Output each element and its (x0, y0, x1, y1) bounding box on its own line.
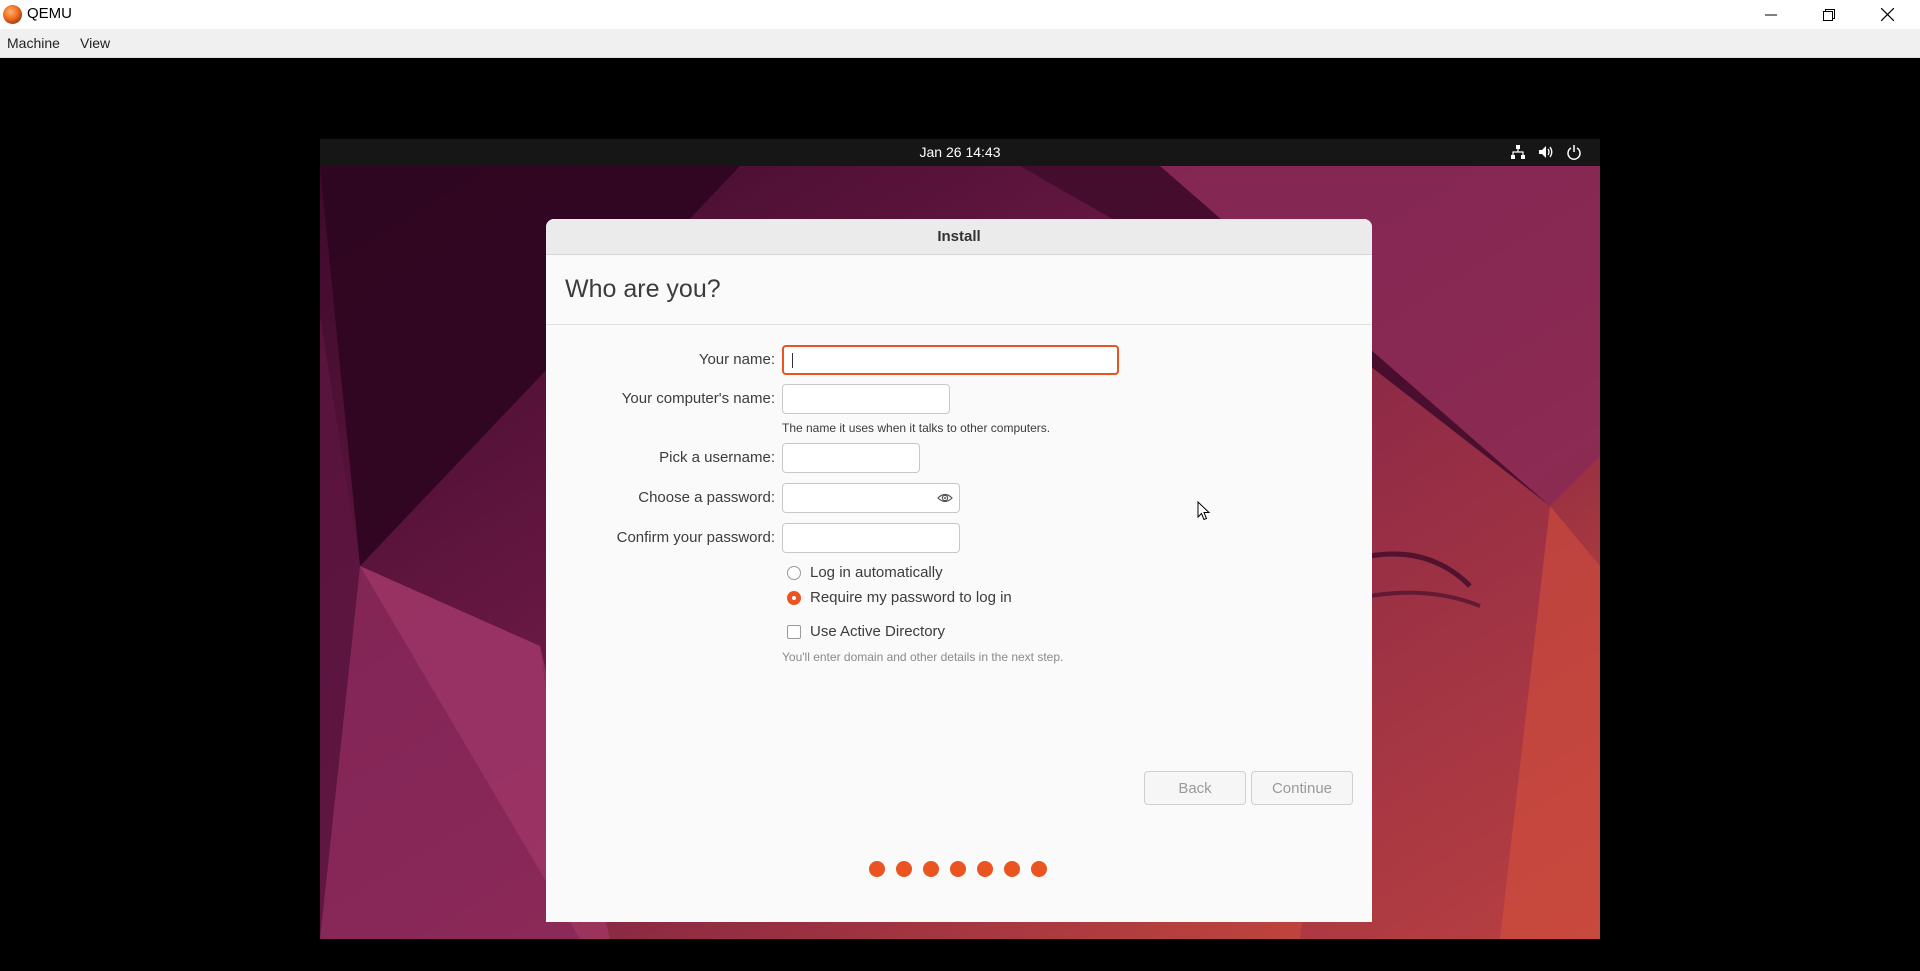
menubar: Machine View (0, 29, 1920, 58)
close-button[interactable] (1858, 0, 1916, 29)
menu-view[interactable]: View (80, 35, 110, 51)
window-titlebar: QEMU (0, 0, 1920, 29)
eye-icon[interactable] (937, 491, 953, 505)
mouse-cursor-icon (1197, 501, 1211, 521)
name-label: Your name: (698, 351, 775, 368)
restore-icon (1823, 8, 1835, 21)
installer-dialog: Install Who are you? Your name: Your com… (546, 219, 1372, 922)
computer-name-hint: The name it uses when it talks to other … (782, 421, 1051, 435)
active-directory-option[interactable]: Use Active Directory (787, 623, 945, 640)
computer-name-input[interactable] (782, 384, 950, 414)
power-icon[interactable] (1566, 144, 1582, 160)
login-automatically-label: Log in automatically (810, 564, 943, 581)
password-input[interactable] (782, 483, 960, 513)
require-password-option[interactable]: Require my password to log in (787, 589, 1012, 606)
qemu-logo-icon (3, 5, 22, 24)
dialog-title: Install (937, 228, 981, 245)
volume-icon[interactable] (1538, 144, 1554, 160)
active-directory-label: Use Active Directory (810, 623, 946, 640)
active-directory-hint: You'll enter domain and other details in… (782, 650, 1064, 664)
progress-dot (1031, 861, 1047, 877)
minimize-button[interactable] (1742, 0, 1800, 29)
restore-button[interactable] (1800, 0, 1858, 29)
progress-dot (977, 861, 993, 877)
radio-button-selected[interactable] (787, 590, 801, 605)
username-label: Pick a username: (659, 449, 775, 466)
text-caret (792, 353, 793, 368)
window-title: QEMU (27, 5, 72, 22)
progress-dot (896, 861, 912, 877)
page-heading: Who are you? (565, 275, 721, 303)
username-input[interactable] (782, 443, 920, 473)
minimize-icon (1765, 14, 1777, 15)
progress-dots (869, 861, 1051, 879)
clock[interactable]: Jan 26 14:43 (320, 144, 1600, 160)
name-input[interactable] (782, 345, 1119, 375)
network-icon[interactable] (1510, 144, 1526, 160)
password-label: Choose a password: (638, 489, 775, 506)
dialog-header: Install (546, 219, 1372, 255)
require-password-label: Require my password to log in (810, 589, 1012, 606)
progress-dot (869, 861, 885, 877)
continue-button[interactable]: Continue (1251, 771, 1353, 805)
menu-machine[interactable]: Machine (7, 35, 60, 51)
progress-dot (1004, 861, 1020, 877)
close-icon (1880, 8, 1894, 21)
confirm-password-input[interactable] (782, 523, 960, 553)
back-button[interactable]: Back (1144, 771, 1246, 805)
progress-dot (923, 861, 939, 877)
confirm-password-label: Confirm your password: (616, 529, 775, 546)
active-directory-checkbox[interactable] (787, 624, 801, 639)
guest-screen[interactable]: Jan 26 14:43 Install Who are you? Your n… (320, 139, 1600, 939)
login-automatically-option[interactable]: Log in automatically (787, 564, 943, 581)
divider (546, 324, 1372, 325)
computer-name-label: Your computer's name: (621, 390, 775, 407)
progress-dot (950, 861, 966, 877)
radio-button[interactable] (787, 565, 801, 580)
guest-topbar: Jan 26 14:43 (320, 139, 1600, 166)
